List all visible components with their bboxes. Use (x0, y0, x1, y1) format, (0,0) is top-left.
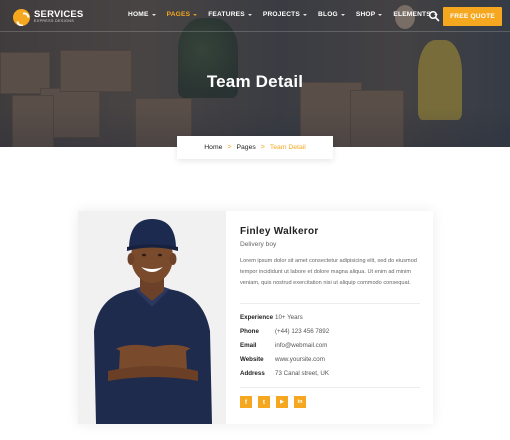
detail-label: Email (240, 341, 257, 349)
detail-value: 73 Canal street, UK (275, 369, 329, 377)
team-member-photo (78, 211, 226, 424)
nav-label: BLOG (318, 11, 338, 18)
main-nav: HOME PAGES FEATURES PROJECTS BLOG SHOP E… (128, 11, 449, 18)
page-title: Team Detail (206, 72, 304, 91)
nav-item-features[interactable]: FEATURES (208, 11, 252, 18)
breadcrumb-separator: > (227, 144, 232, 151)
phone-link[interactable]: (+44) 123 456 7892 (275, 328, 329, 335)
nav-item-blog[interactable]: BLOG (318, 11, 345, 18)
divider (240, 387, 420, 388)
social-links: f t ▶ in (240, 396, 312, 408)
nav-label: PAGES (166, 11, 191, 18)
chevron-down-icon (378, 13, 383, 16)
detail-label: Address (240, 369, 265, 377)
chevron-down-icon (151, 13, 156, 16)
breadcrumb-current: Team Detail (269, 144, 306, 151)
detail-label: Website (240, 355, 264, 363)
member-bio: Lorem ipsum dolor sit amet consectetur a… (240, 258, 417, 287)
free-quote-button[interactable]: FREE QUOTE (443, 7, 502, 26)
nav-label: SHOP (355, 11, 376, 18)
breadcrumb-home[interactable]: Home (204, 144, 222, 151)
detail-row-website: Website www.yoursite.com (240, 354, 325, 364)
website-link[interactable]: www.yoursite.com (275, 356, 325, 363)
nav-label: PROJECTS (262, 11, 301, 18)
nav-item-pages[interactable]: PAGES (167, 11, 198, 18)
chevron-down-icon (340, 13, 345, 16)
email-link[interactable]: info@webmail.com (275, 342, 327, 349)
breadcrumb: Home > Pages > Team Detail (177, 136, 333, 159)
logo-icon (13, 8, 30, 26)
search-icon[interactable] (428, 10, 440, 22)
chevron-down-icon (247, 13, 252, 16)
youtube-icon[interactable]: ▶ (276, 396, 288, 408)
brand-tagline: EXPRESS DESIGNS (34, 19, 75, 24)
member-role: Delivery boy (240, 241, 277, 248)
detail-value: 10+ Years (275, 313, 303, 321)
brand-name: SERVICES (34, 8, 84, 20)
header-divider (0, 31, 510, 32)
nav-label: HOME (128, 11, 149, 18)
breadcrumb-separator: > (260, 144, 265, 151)
team-member-card: Finley Walkeror Delivery boy Lorem ipsum… (78, 211, 433, 424)
chevron-down-icon (193, 13, 198, 16)
nav-label: ELEMENTS (393, 11, 431, 18)
facebook-icon[interactable]: f (240, 396, 252, 408)
nav-item-projects[interactable]: PROJECTS (262, 11, 308, 18)
twitter-icon[interactable]: t (258, 396, 270, 408)
brand-logo[interactable]: SERVICES EXPRESS DESIGNS (13, 7, 83, 27)
nav-item-home[interactable]: HOME (128, 11, 156, 18)
detail-row-address: Address 73 Canal street, UK (240, 368, 329, 378)
chevron-down-icon (303, 13, 308, 16)
breadcrumb-pages[interactable]: Pages (236, 144, 255, 151)
detail-label: Experience (240, 313, 274, 321)
detail-row-phone: Phone (+44) 123 456 7892 (240, 326, 329, 336)
detail-row-experience: Experience 10+ Years (240, 312, 303, 322)
linkedin-icon[interactable]: in (294, 396, 306, 408)
detail-row-email: Email info@webmail.com (240, 340, 327, 350)
nav-label: FEATURES (208, 11, 245, 18)
detail-label: Phone (240, 327, 259, 335)
divider (240, 303, 420, 304)
member-name: Finley Walkeror (240, 226, 319, 237)
nav-item-shop[interactable]: SHOP (356, 11, 383, 18)
